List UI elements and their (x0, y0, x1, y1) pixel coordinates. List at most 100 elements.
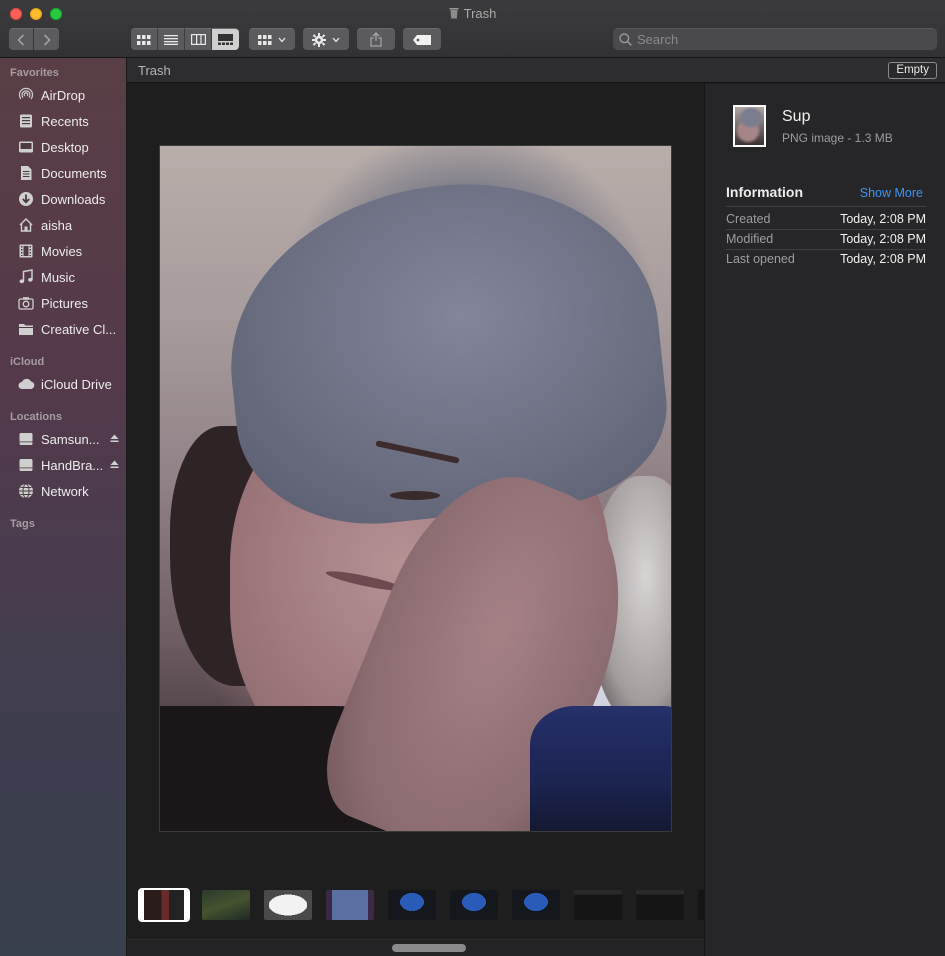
gear-icon (312, 32, 326, 47)
tag-icon (413, 34, 431, 45)
eject-icon[interactable] (110, 434, 119, 443)
sidebar-item-label: Pictures (41, 295, 88, 311)
filmstrip-thumbnail[interactable] (450, 890, 498, 920)
filmstrip-thumbnail[interactable] (388, 890, 436, 920)
desktop-icon (17, 138, 35, 156)
action-button[interactable] (303, 28, 349, 50)
sidebar-item-label: Documents (41, 165, 107, 181)
sidebar-item-recents[interactable]: Recents (17, 110, 125, 132)
sidebar-item-label: Movies (41, 243, 83, 259)
sidebar-item-creative-cloud[interactable]: Creative Cl... (17, 318, 125, 340)
list-icon (164, 34, 178, 45)
chevron-down-icon (278, 37, 286, 42)
file-kind: PNG image - 1.3 MB (782, 131, 893, 145)
downloads-icon (17, 190, 35, 208)
title-bar: Trash (0, 0, 945, 58)
sidebar-item-label: Recents (41, 113, 89, 129)
window-title: Trash (0, 6, 945, 21)
search-input[interactable] (637, 32, 927, 47)
filmstrip-thumbnail[interactable] (326, 890, 374, 920)
sidebar-section-icloud: iCloud (10, 356, 45, 368)
airdrop-icon (17, 86, 35, 104)
folder-icon (17, 320, 35, 338)
preview-detail (530, 706, 671, 831)
sidebar-item-airdrop[interactable]: AirDrop (17, 84, 125, 106)
trash-icon (449, 8, 459, 19)
sidebar-section-favorites: Favorites (10, 67, 59, 79)
info-key: Created (726, 212, 771, 226)
filmstrip-thumbnail[interactable] (202, 890, 250, 920)
movies-icon (17, 242, 35, 260)
filmstrip-thumbnail[interactable] (138, 888, 190, 922)
info-row-modified: Modified Today, 2:08 PM (726, 229, 926, 249)
grid-icon (137, 34, 151, 45)
info-value: Today, 2:08 PM (840, 212, 926, 226)
horizontal-scrollbar[interactable] (127, 939, 704, 956)
sidebar-item-desktop[interactable]: Desktop (17, 136, 125, 158)
information-heading: Information (726, 184, 803, 200)
chevron-down-icon (332, 37, 340, 42)
image-preview[interactable] (159, 145, 672, 832)
path-bar: Trash Empty (127, 58, 945, 83)
filmstrip-thumbnail[interactable] (636, 890, 684, 920)
info-key: Modified (726, 232, 774, 246)
sidebar-item-home[interactable]: aisha (17, 214, 125, 236)
folder-title: Trash (138, 63, 171, 78)
recents-icon (17, 112, 35, 130)
sidebar-item-label: AirDrop (41, 87, 86, 103)
icon-view-button[interactable] (131, 28, 158, 50)
eject-icon[interactable] (110, 460, 119, 469)
filmstrip-thumbnail[interactable] (574, 890, 622, 920)
show-more-link[interactable]: Show More (860, 186, 923, 200)
sidebar-item-downloads[interactable]: Downloads (17, 188, 125, 210)
sidebar-item-label: aisha (41, 217, 73, 233)
chevron-left-icon (17, 33, 25, 46)
sidebar-item-label: Network (41, 483, 89, 499)
window-title-text: Trash (463, 6, 497, 21)
info-value: Today, 2:08 PM (840, 232, 926, 246)
sidebar-item-network[interactable]: Network (17, 480, 125, 502)
sidebar-item-pictures[interactable]: Pictures (17, 292, 125, 314)
home-icon (17, 216, 35, 234)
view-mode-control (131, 28, 241, 50)
sidebar-item-handbrake[interactable]: HandBra... (17, 454, 125, 476)
gallery-view (127, 84, 704, 956)
list-view-button[interactable] (158, 28, 185, 50)
scrollbar-thumb[interactable] (392, 944, 466, 952)
gallery-view-button[interactable] (212, 28, 239, 50)
sidebar-item-label: Creative Cl... (41, 321, 117, 337)
sidebar-item-movies[interactable]: Movies (17, 240, 125, 262)
back-button[interactable] (9, 28, 33, 50)
column-view-button[interactable] (185, 28, 212, 50)
filmstrip-thumbnail[interactable] (512, 890, 560, 920)
search-field[interactable] (613, 28, 937, 50)
file-thumbnail (733, 105, 766, 147)
sidebar-item-music[interactable]: Music (17, 266, 125, 288)
drive-icon (17, 430, 35, 448)
sidebar-item-label: Music (41, 269, 75, 285)
info-value: Today, 2:08 PM (840, 252, 926, 266)
sidebar-item-label: HandBra... (41, 457, 104, 473)
tags-button[interactable] (403, 28, 441, 50)
grid-icon (258, 34, 272, 45)
info-row-last-opened: Last opened Today, 2:08 PM (726, 249, 926, 269)
sidebar-item-documents[interactable]: Documents (17, 162, 125, 184)
group-by-button[interactable] (249, 28, 295, 50)
filmstrip-thumbnail[interactable] (264, 890, 312, 920)
sidebar-item-samsung[interactable]: Samsun... (17, 428, 125, 450)
share-button[interactable] (357, 28, 395, 50)
preview-detail (213, 164, 671, 538)
info-key: Last opened (726, 252, 795, 266)
info-row-created: Created Today, 2:08 PM (726, 209, 926, 229)
sidebar-item-icloud-drive[interactable]: iCloud Drive (17, 373, 125, 395)
drive-icon (17, 456, 35, 474)
share-icon (370, 32, 382, 47)
filmstrip (127, 884, 704, 924)
forward-button[interactable] (34, 28, 59, 50)
empty-trash-button[interactable]: Empty (888, 62, 937, 79)
columns-icon (190, 34, 206, 45)
sidebar-item-label: Samsun... (41, 431, 100, 447)
chevron-right-icon (43, 33, 51, 46)
file-name: Sup (782, 108, 811, 125)
sidebar-section-tags: Tags (10, 518, 35, 530)
